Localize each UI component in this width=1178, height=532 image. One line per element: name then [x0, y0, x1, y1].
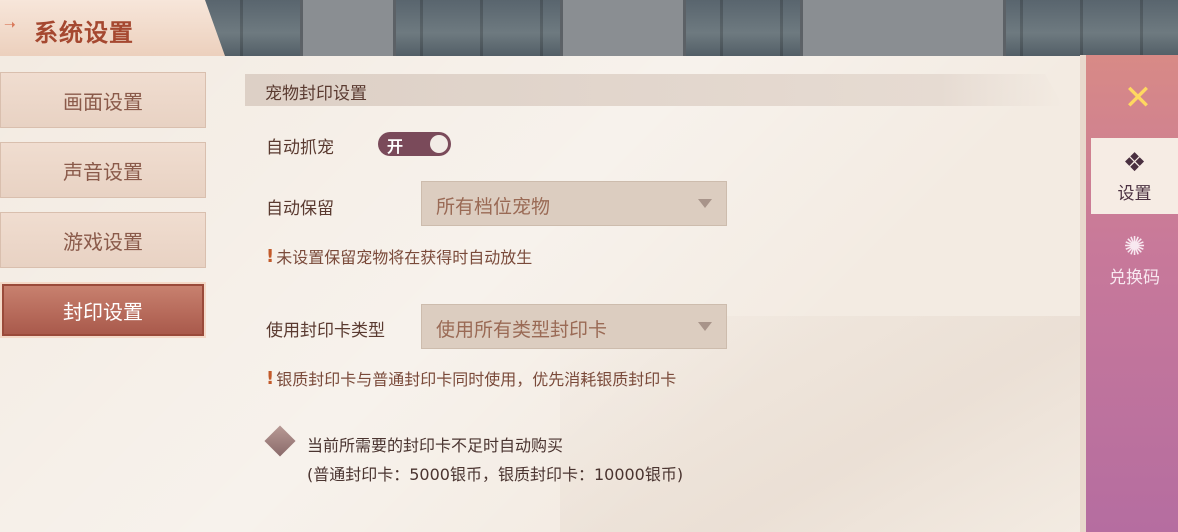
redeem-code-icon: ✺ [1123, 231, 1146, 262]
sidebar-item-label: 画面设置 [63, 89, 143, 114]
toggle-knob [430, 135, 448, 153]
sidebar-item-seal[interactable]: 封印设置 [0, 282, 206, 338]
sidebar-item-sound[interactable]: 声音设置 [0, 142, 206, 198]
toggle-state-text: 开 [387, 137, 404, 156]
caret-down-icon [698, 322, 712, 331]
section-header: 宠物封印设置 [245, 74, 1063, 106]
tab-redeem-code[interactable]: ✺ 兑换码 [1091, 222, 1178, 298]
sidebar-item-label: 声音设置 [63, 159, 143, 184]
dropdown-value: 所有档位宠物 [436, 196, 551, 218]
tab-label: 兑换码 [1109, 267, 1160, 288]
sidebar-item-game[interactable]: 游戏设置 [0, 212, 206, 268]
close-icon[interactable]: ✕ [1118, 78, 1158, 118]
dropdown-value: 使用所有类型封印卡 [436, 319, 608, 341]
sidebar-item-label: 封印设置 [63, 299, 143, 324]
window-title: 系统设置 [34, 19, 134, 47]
castle-wall [800, 0, 1006, 60]
castle-wall [300, 0, 396, 60]
section-title: 宠物封印设置 [265, 84, 367, 104]
warning-icon: ! [266, 367, 275, 389]
auto-catch-label: 自动抓宠 [266, 138, 334, 158]
castle-wall [560, 0, 686, 60]
tab-label: 设置 [1117, 183, 1152, 204]
arrow-icon: ➝ [4, 17, 16, 33]
title-tab: ➝ 系统设置 [0, 0, 225, 56]
tab-settings[interactable]: ❖ 设置 [1091, 138, 1178, 214]
card-type-dropdown[interactable]: 使用所有类型封印卡 [421, 304, 727, 349]
card-type-label: 使用封印卡类型 [266, 321, 385, 341]
auto-keep-label: 自动保留 [266, 199, 334, 219]
sidebar-item-label: 游戏设置 [63, 229, 143, 254]
hint-text: 未设置保留宠物将在获得时自动放生 [276, 248, 533, 267]
warning-icon: ! [266, 245, 275, 267]
auto-keep-dropdown[interactable]: 所有档位宠物 [421, 181, 727, 226]
hint-text: 银质封印卡与普通封印卡同时使用，优先消耗银质封印卡 [276, 370, 677, 389]
sidebar-item-display[interactable]: 画面设置 [0, 72, 206, 128]
auto-keep-hint: ! 未设置保留宠物将在获得时自动放生 [266, 244, 532, 268]
card-type-hint: ! 银质封印卡与普通封印卡同时使用，优先消耗银质封印卡 [266, 366, 676, 390]
settings-emblem-icon: ❖ [1122, 147, 1147, 178]
caret-down-icon [698, 199, 712, 208]
auto-catch-toggle[interactable]: 开 [378, 132, 451, 156]
auto-buy-label: 当前所需要的封印卡不足时自动购买 [307, 436, 564, 455]
auto-buy-price-note: (普通封印卡：5000银币，银质封印卡：10000银币) [307, 465, 684, 484]
